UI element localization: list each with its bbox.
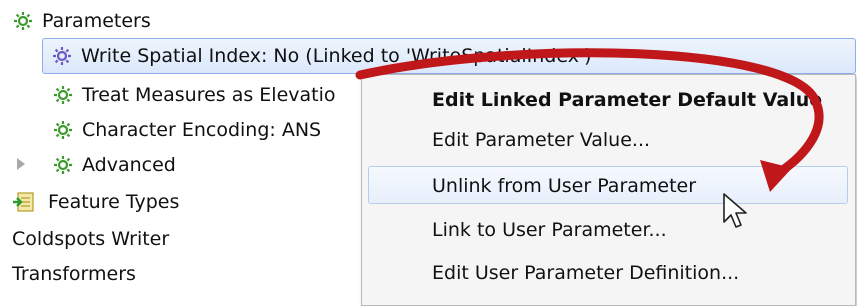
menu-item-edit-user-param-def[interactable]: Edit User Parameter Definition... xyxy=(432,256,739,290)
tree-item-label: Transformers xyxy=(12,263,136,285)
tree-item-advanced[interactable]: Advanced xyxy=(52,148,176,182)
menu-item-edit-parameter-value[interactable]: Edit Parameter Value... xyxy=(432,123,650,157)
tree-item-feature-types[interactable]: Feature Types xyxy=(12,185,179,219)
menu-item-unlink[interactable]: Unlink from User Parameter xyxy=(432,169,696,203)
menu-item-link[interactable]: Link to User Parameter... xyxy=(432,213,667,247)
context-menu: Edit Linked Parameter Default Value Edit… xyxy=(361,74,856,306)
tree-item-label: Coldspots Writer xyxy=(12,228,170,250)
tree-item-treat-measures[interactable]: Treat Measures as Elevatio xyxy=(52,78,336,112)
gear-icon xyxy=(52,154,74,176)
menu-item-label: Edit User Parameter Definition... xyxy=(432,262,740,284)
tree-item-label: Character Encoding: ANS xyxy=(82,119,322,141)
feature-types-icon xyxy=(12,191,36,213)
menu-item-label: Unlink from User Parameter xyxy=(432,175,697,197)
tree-item-label: Feature Types xyxy=(48,191,180,213)
tree-item-coldspots-writer[interactable]: Coldspots Writer xyxy=(12,222,169,256)
tree-item-label: Advanced xyxy=(82,154,176,176)
tree-item-parameters[interactable]: Parameters xyxy=(12,4,151,38)
mouse-cursor-icon xyxy=(723,193,747,228)
menu-item-label: Edit Linked Parameter Default Value xyxy=(432,89,823,111)
gear-icon xyxy=(52,84,74,106)
tree-item-label: Write Spatial Index: No (Linked to 'Writ… xyxy=(81,45,592,67)
tree-item-character-encoding[interactable]: Character Encoding: ANS xyxy=(52,113,321,147)
gear-icon xyxy=(12,10,34,32)
gear-icon xyxy=(52,119,74,141)
tree-item-label: Treat Measures as Elevatio xyxy=(82,84,336,106)
gear-icon xyxy=(51,45,73,67)
tree-item-transformers[interactable]: Transformers xyxy=(12,257,136,291)
tree-item-write-spatial-index[interactable]: Write Spatial Index: No (Linked to 'Writ… xyxy=(42,38,856,74)
menu-item-edit-linked-default[interactable]: Edit Linked Parameter Default Value xyxy=(432,83,822,117)
menu-item-label: Edit Parameter Value... xyxy=(432,129,651,151)
menu-item-label: Link to User Parameter... xyxy=(432,219,667,241)
tree-item-label: Parameters xyxy=(42,10,151,32)
expander-triangle-icon[interactable] xyxy=(17,158,25,170)
